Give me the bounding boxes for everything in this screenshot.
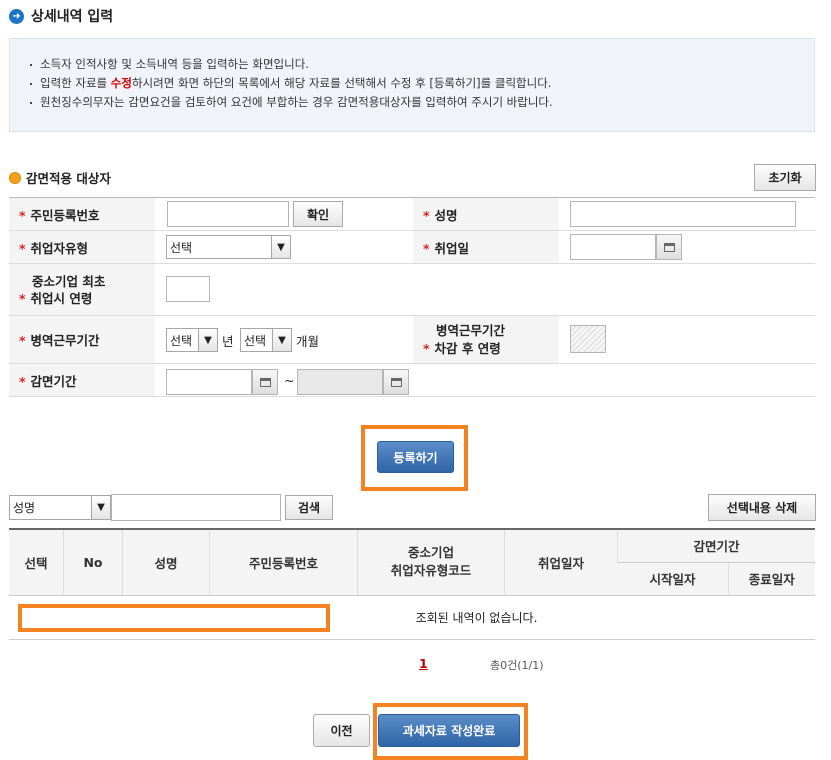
prev-button[interactable]: 이전 [313,714,370,747]
col-employ-date: 취업일자 [504,529,618,596]
search-input[interactable] [111,494,281,521]
calendar-icon[interactable] [656,234,682,260]
reduction-form: * 주민등록번호 * 성명 * 취업자유형 * 취업일 중소기업 최초 * 취업시 연령 *… [9,197,815,397]
period-start-input[interactable] [166,369,252,395]
name-label: * 성명 [413,197,559,231]
chevron-down-icon: ▼ [91,496,110,519]
military-year-select[interactable]: 선택 ▼ [166,328,218,352]
ssn-label: * 주민등록번호 [9,197,155,231]
info-line-2: 입력한 자료를 수정하시려면 화면 하단의 목록에서 해당 자료를 선택해서 수… [30,74,814,93]
employ-date-label: * 취업일 [413,230,559,264]
chevron-down-icon: ▼ [198,329,217,351]
reset-button[interactable]: 초기화 [754,164,816,191]
search-field-select[interactable]: 성명 ▼ [9,495,111,520]
register-button[interactable]: 등록하기 [377,441,454,473]
bullet-icon [9,171,21,184]
col-ssn: 주민등록번호 [209,529,358,596]
period-separator: ~ [284,373,295,388]
info-line-1: 소득자 인적사항 및 소득내역 등을 입력하는 화면입니다. [30,55,814,74]
year-unit: 년 [222,334,234,349]
total-count: 총0건(1/1) [490,659,544,672]
highlight-box [18,604,330,632]
arrow-right-icon: ➜ [9,8,24,24]
col-start: 시작일자 [617,562,728,596]
military-label: * 병역근무기간 [9,315,155,364]
section-title: 감면적용 대상자 [9,168,111,187]
confirm-button[interactable]: 확인 [293,201,343,227]
chevron-down-icon: ▼ [272,329,291,351]
name-input[interactable] [570,201,796,227]
employ-type-select[interactable]: 선택 ▼ [166,235,291,259]
military-month-select[interactable]: 선택 ▼ [240,328,292,352]
page-title: 상세내역 입력 [31,9,114,25]
age-input[interactable] [166,276,210,302]
month-unit: 개월 [296,334,320,349]
page-header: ➜ 상세내역 입력 [9,6,113,26]
col-code: 중소기업 취업자유형코드 [357,529,505,596]
calendar-icon[interactable] [252,369,278,395]
col-no: No [63,529,123,596]
page-link-1[interactable]: 1 [419,656,428,671]
period-label: * 감면기간 [9,363,155,397]
col-select: 선택 [9,529,64,596]
after-age-field [570,325,606,353]
age-label: 중소기업 최초 * 취업시 연령 [9,263,155,316]
search-button[interactable]: 검색 [285,495,333,520]
col-name: 성명 [122,529,210,596]
col-period: 감면기간 [617,529,815,563]
delete-selected-button[interactable]: 선택내용 삭제 [708,494,816,521]
calendar-icon [383,369,409,395]
info-line-3: 원천징수의무자는 감면요건을 검토하여 요건에 부합하는 경우 감면적용대상자를… [30,93,814,112]
employ-type-label: * 취업자유형 [9,230,155,264]
ssn-input[interactable] [167,201,289,227]
employ-date-input[interactable] [570,234,656,260]
after-age-label: 병역근무기간 * 차감 후 연령 [413,315,559,364]
complete-button[interactable]: 과세자료 작성완료 [378,714,520,747]
info-box: 소득자 인적사항 및 소득내역 등을 입력하는 화면입니다. 입력한 자료를 수… [9,38,815,132]
period-end-input [297,369,383,395]
chevron-down-icon: ▼ [271,236,290,258]
col-end: 종료일자 [727,562,815,596]
